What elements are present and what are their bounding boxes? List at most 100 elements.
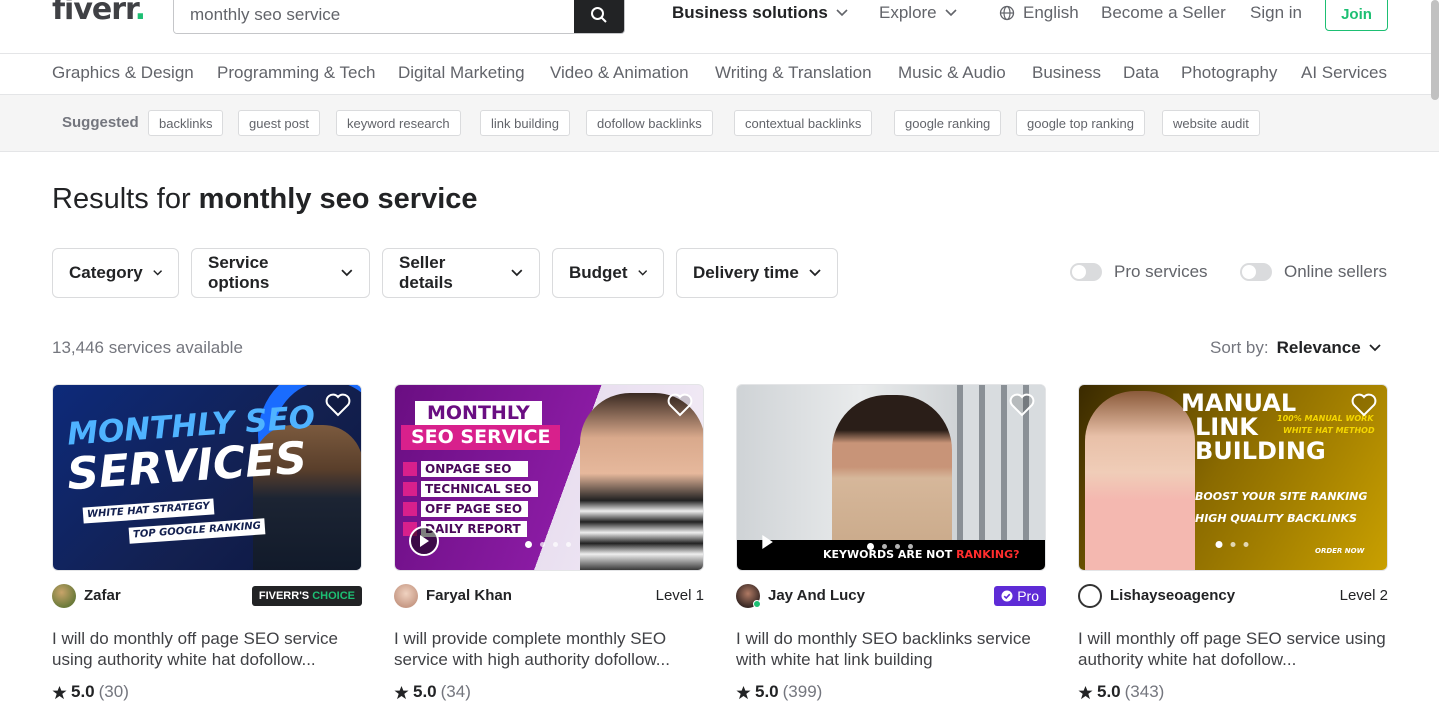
language-selector[interactable]: English [999,3,1079,23]
gig-card[interactable]: MONTHLY SEO SERVICE ONPAGE SEO TECHNICAL… [394,384,704,701]
category-graphics-design[interactable]: Graphics & Design [52,63,194,83]
thumbnail-headline: SEO SERVICE [401,425,561,450]
explore-label: Explore [879,3,937,22]
search-button[interactable] [574,0,624,33]
gig-thumbnail[interactable]: MONTHLY SEO SERVICES WHITE HAT STRATEGY … [52,384,362,571]
filter-delivery-time[interactable]: Delivery time [676,248,838,298]
category-data[interactable]: Data [1123,63,1159,83]
gig-title[interactable]: I will do monthly SEO backlinks service … [736,628,1046,670]
scrollbar[interactable] [1431,0,1439,100]
chevron-down-icon [836,9,848,17]
filter-service-options[interactable]: Service options [191,248,370,298]
online-sellers-toggle[interactable]: Online sellers [1240,262,1387,282]
filter-label: Category [69,263,143,282]
sign-in-link[interactable]: Sign in [1250,3,1302,23]
thumbnail-headline: MANUAL [1181,389,1297,417]
gig-thumbnail[interactable]: MANUAL LINK BUILDING 100% MANUAL WORK WH… [1078,384,1388,571]
thumbnail-tagline: BOOST YOUR SITE RANKING [1195,490,1368,503]
review-count: (30) [98,682,129,701]
suggested-chip[interactable]: link building [480,110,570,136]
explore-menu[interactable]: Explore [879,3,957,23]
gig-title[interactable]: I will provide complete monthly SEO serv… [394,628,704,670]
gig-rating: 5.0 (343) [1078,682,1164,702]
business-solutions-menu[interactable]: Business solutions [672,3,848,23]
rating-value: 5.0 [1097,682,1121,701]
category-writing-translation[interactable]: Writing & Translation [715,63,872,83]
online-indicator [753,600,761,608]
checklist-item: TECHNICAL SEO [421,481,538,497]
gig-rating: 5.0 (34) [394,682,471,702]
seller-name[interactable]: Faryal Khan [426,587,512,604]
chevron-down-icon [945,9,957,17]
category-business[interactable]: Business [1032,63,1101,83]
pro-services-toggle[interactable]: Pro services [1070,262,1208,282]
seller-row: Lishayseoagency Level 2 [1078,584,1388,608]
search-input[interactable] [174,0,576,33]
filter-budget[interactable]: Budget [552,248,664,298]
search-bar [173,0,625,34]
chevron-down-icon [637,270,647,276]
gig-card[interactable]: MONTHLY SEO SERVICES WHITE HAT STRATEGY … [52,384,362,701]
avatar[interactable] [52,584,76,608]
play-icon [420,535,429,547]
category-digital-marketing[interactable]: Digital Marketing [398,63,525,83]
seller-name[interactable]: Lishayseoagency [1110,587,1235,604]
suggested-chip[interactable]: guest post [238,110,320,136]
gig-thumbnail[interactable]: KEYWORDS ARE NOT RANKING? [736,384,1046,571]
category-photography[interactable]: Photography [1181,63,1277,83]
checklist-item: ONPAGE SEO [421,461,528,477]
gig-title[interactable]: I will monthly off page SEO service usin… [1078,628,1388,670]
toggle-switch[interactable] [1240,263,1272,281]
results-heading: Results for monthly seo service [52,183,478,216]
carousel-dots [525,541,571,548]
category-ai-services[interactable]: AI Services [1301,63,1387,83]
gig-card[interactable]: KEYWORDS ARE NOT RANKING? Jay And Lucy P… [736,384,1046,701]
suggested-chip[interactable]: backlinks [148,110,224,136]
thumbnail-headline: MONTHLY [415,401,542,426]
results-query: monthly seo service [198,183,478,215]
suggested-chip[interactable]: contextual backlinks [734,110,873,136]
heart-icon[interactable] [667,393,693,417]
seller-name[interactable]: Jay And Lucy [768,587,865,604]
gig-thumbnail[interactable]: MONTHLY SEO SERVICE ONPAGE SEO TECHNICAL… [394,384,704,571]
suggested-chip[interactable]: dofollow backlinks [586,110,713,136]
heart-icon[interactable] [1009,393,1035,417]
heart-icon[interactable] [1351,393,1377,417]
gig-card[interactable]: MANUAL LINK BUILDING 100% MANUAL WORK WH… [1078,384,1388,701]
thumbnail-order-now: ORDER NOW [1315,547,1365,555]
sign-in-label: Sign in [1250,3,1302,22]
checklist-item: OFF PAGE SEO [421,501,529,517]
thumbnail-headline: LINK [1195,413,1258,441]
sort-control[interactable]: Sort by: Relevance [1210,338,1381,358]
heart-icon[interactable] [325,393,351,417]
seller-row: Zafar FIVERR'S CHOICE [52,584,362,608]
filter-seller-details[interactable]: Seller details [382,248,540,298]
play-icon[interactable] [761,535,773,549]
seller-level: Level 1 [655,587,704,604]
category-programming-tech[interactable]: Programming & Tech [217,63,375,83]
search-icon [591,7,607,23]
suggested-chip[interactable]: website audit [1162,110,1260,136]
suggested-chip[interactable]: google ranking [894,110,1002,136]
suggested-chip[interactable]: google top ranking [1016,110,1145,136]
category-video-animation[interactable]: Video & Animation [550,63,689,83]
chevron-down-icon [511,269,523,277]
star-icon [394,685,409,699]
seller-level: Level 2 [1339,587,1388,604]
gig-title[interactable]: I will do monthly off page SEO service u… [52,628,362,670]
review-count: (399) [782,682,823,701]
seller-name[interactable]: Zafar [84,587,121,604]
filter-category[interactable]: Category [52,248,179,298]
avatar[interactable] [394,584,418,608]
chevron-down-icon [341,269,353,277]
avatar[interactable] [1078,584,1102,608]
suggested-chip[interactable]: keyword research [336,110,461,136]
suggested-label: Suggested [62,114,139,131]
join-button[interactable]: Join [1325,0,1388,31]
seller-photo [580,393,703,570]
toggle-switch[interactable] [1070,263,1102,281]
become-seller-link[interactable]: Become a Seller [1101,3,1226,23]
play-button[interactable] [409,526,439,556]
category-music-audio[interactable]: Music & Audio [898,63,1006,83]
fiverr-logo[interactable]: fiverr. [52,0,146,27]
